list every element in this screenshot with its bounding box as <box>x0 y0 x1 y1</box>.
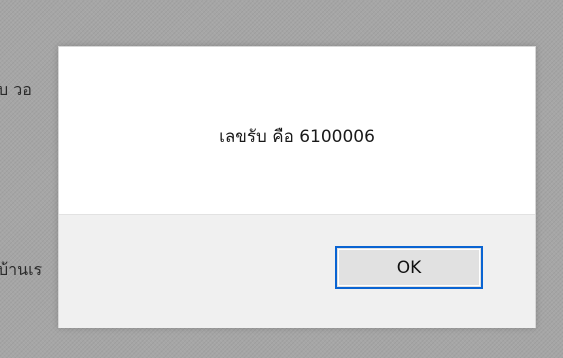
dialog-message: เลขรับ คือ 6100006 <box>219 127 375 147</box>
page-overlay: บ วอ บ้านเร ี่ เลขรับ คือ 6100006 OK <box>0 0 563 358</box>
background-text: บ้านเร <box>0 260 43 279</box>
background-text: บ วอ <box>0 80 32 99</box>
alert-dialog: เลขรับ คือ 6100006 OK <box>58 46 536 328</box>
dialog-body: เลขรับ คือ 6100006 <box>59 47 535 214</box>
dialog-footer: OK <box>59 214 535 328</box>
ok-button[interactable]: OK <box>335 246 483 289</box>
